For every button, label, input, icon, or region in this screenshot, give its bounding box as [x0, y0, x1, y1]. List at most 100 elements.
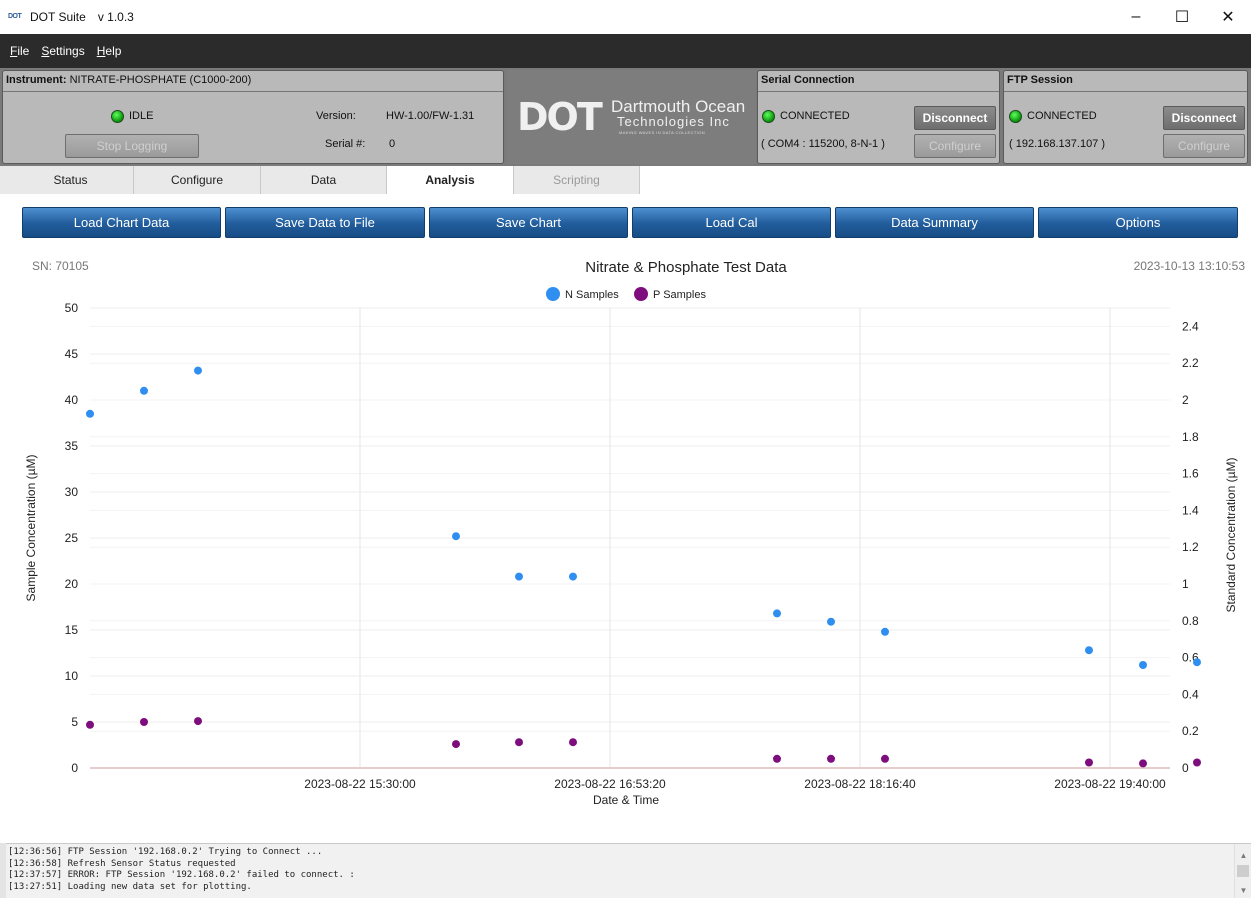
- y2-axis-label: Standard Concentration (µM): [1224, 458, 1238, 613]
- ftp-session-panel: FTP Session CONNECTED ( 192.168.137.107 …: [1003, 70, 1248, 164]
- title-bar: DOT DOT Suite v 1.0.3 – ☐ ✕: [0, 0, 1251, 34]
- maximize-button[interactable]: ☐: [1159, 0, 1205, 34]
- legend-n-samples-label: N Samples: [565, 289, 619, 301]
- logo-mark: DOT: [517, 95, 603, 139]
- n-sample-point: [515, 572, 523, 581]
- n-sample-point: [140, 386, 148, 395]
- menu-help[interactable]: Help: [91, 44, 128, 58]
- y2-tick-label: 1.4: [1182, 503, 1199, 517]
- y-tick-label: 45: [65, 347, 79, 361]
- y2-tick-label: 2.4: [1182, 319, 1199, 333]
- n-sample-point: [452, 532, 460, 541]
- tab-analysis[interactable]: Analysis: [387, 166, 514, 194]
- chart-legend[interactable]: N Samples P Samples: [546, 287, 706, 301]
- y2-tick-label: 1.2: [1182, 540, 1199, 554]
- menu-settings[interactable]: Settings: [35, 44, 90, 58]
- p-sample-point: [569, 738, 577, 747]
- tab-data[interactable]: Data: [261, 166, 387, 194]
- instrument-status: IDLE: [129, 110, 154, 122]
- tab-status[interactable]: Status: [8, 166, 134, 194]
- logo-company-line2: Technologies Inc: [617, 114, 730, 129]
- y-tick-label: 50: [65, 301, 79, 315]
- load-chart-data-button[interactable]: Load Chart Data: [22, 207, 221, 238]
- serial-disconnect-button[interactable]: Disconnect: [914, 106, 996, 130]
- logo-tagline: MAKING WAVES IN DATA COLLECTION: [619, 130, 706, 135]
- legend-p-samples-marker: [634, 287, 648, 301]
- menu-settings-label: ettings: [49, 44, 85, 58]
- tab-configure[interactable]: Configure: [134, 166, 261, 194]
- y-axis-ticks: 0 5 10 15 20 25 30 35 40 45 50: [65, 301, 79, 775]
- app-logo-icon: DOT: [8, 13, 22, 20]
- save-chart-button[interactable]: Save Chart: [429, 207, 628, 238]
- minimize-button[interactable]: –: [1113, 0, 1159, 34]
- instrument-panel-title: Instrument: NITRATE-PHOSPHATE (C1000-200…: [6, 74, 251, 86]
- save-data-to-file-button[interactable]: Save Data to File: [225, 207, 425, 238]
- log-line: [13:27:51] Loading new data set for plot…: [8, 881, 252, 892]
- x-tick-label: 2023-08-22 15:30:00: [304, 777, 416, 791]
- y-tick-label: 15: [65, 623, 79, 637]
- serial-label: Serial #:: [325, 138, 366, 150]
- y2-tick-label: 1.8: [1182, 430, 1199, 444]
- tab-bar-filler: [640, 166, 1251, 194]
- n-sample-point: [1085, 646, 1093, 655]
- tab-scripting[interactable]: Scripting: [514, 166, 640, 194]
- app-title: DOT Suite: [30, 10, 86, 24]
- y2-tick-label: 2.2: [1182, 356, 1199, 370]
- data-summary-button[interactable]: Data Summary: [835, 207, 1034, 238]
- y2-tick-label: 0.4: [1182, 687, 1199, 701]
- serial-connection-title-text: Serial Connection: [761, 74, 855, 86]
- y2-tick-label: 0.8: [1182, 614, 1199, 628]
- y2-axis-ticks: 00.20.40.60.811.21.41.61.822.22.4: [1182, 319, 1199, 775]
- n-sample-point: [881, 627, 889, 636]
- n-sample-point: [86, 409, 94, 418]
- y2-tick-label: 0: [1182, 761, 1189, 775]
- analysis-chart[interactable]: SN: 70105 2023-10-13 13:10:53 Nitrate & …: [0, 245, 1251, 843]
- ftp-disconnect-button[interactable]: Disconnect: [1163, 106, 1245, 130]
- message-log[interactable]: [12:36:56] FTP Session '192.168.0.2' Try…: [6, 843, 1251, 898]
- load-cal-button[interactable]: Load Cal: [632, 207, 831, 238]
- y-tick-label: 10: [65, 669, 79, 683]
- y-tick-label: 35: [65, 439, 79, 453]
- ftp-session-title: FTP Session: [1007, 74, 1073, 86]
- p-sample-point: [881, 754, 889, 763]
- menu-file[interactable]: File: [4, 44, 35, 58]
- serial-connection-panel: Serial Connection CONNECTED ( COM4 : 115…: [757, 70, 1000, 164]
- x-axis-ticks: 2023-08-22 15:30:00 2023-08-22 16:53:20 20…: [304, 777, 1166, 791]
- n-sample-point: [569, 572, 577, 581]
- serial-details: ( COM4 : 115200, 8-N-1 ): [761, 138, 885, 150]
- p-sample-point: [827, 754, 835, 763]
- n-sample-point: [1139, 661, 1147, 669]
- status-led-icon: [111, 110, 124, 123]
- p-sample-point: [452, 740, 460, 749]
- ftp-session-title-text: FTP Session: [1007, 74, 1073, 86]
- p-sample-point: [1085, 758, 1093, 767]
- options-button[interactable]: Options: [1038, 207, 1238, 238]
- log-scrollbar[interactable]: ▲ ▼: [1234, 844, 1251, 898]
- serial-number-label: SN: 70105: [32, 259, 89, 273]
- x-tick-label: 2023-08-22 19:40:00: [1054, 777, 1166, 791]
- ftp-configure-button[interactable]: Configure: [1163, 134, 1245, 158]
- scroll-thumb[interactable]: [1237, 865, 1249, 877]
- y2-tick-label: 1: [1182, 577, 1189, 591]
- menu-file-label: ile: [17, 44, 30, 58]
- p-sample-point: [773, 754, 781, 763]
- log-line: [12:37:57] ERROR: FTP Session '192.168.0…: [8, 870, 355, 880]
- y-tick-label: 40: [65, 393, 79, 407]
- app-version: v 1.0.3: [97, 10, 134, 24]
- chart-timestamp: 2023-10-13 13:10:53: [1134, 259, 1246, 273]
- company-logo: DOT Dartmouth Ocean Technologies Inc MAK…: [507, 70, 756, 164]
- y-tick-label: 20: [65, 577, 79, 591]
- serial-configure-button[interactable]: Configure: [914, 134, 996, 158]
- close-button[interactable]: ✕: [1205, 0, 1251, 34]
- log-line: [12:36:58] Refresh Sensor Status request…: [8, 858, 236, 869]
- n-sample-point: [827, 617, 835, 626]
- log-line: [12:36:56] FTP Session '192.168.0.2' Try…: [8, 847, 323, 857]
- scroll-up-icon[interactable]: ▲: [1235, 848, 1251, 862]
- scroll-down-icon[interactable]: ▼: [1235, 883, 1251, 897]
- ftp-status-led-icon: [1009, 110, 1022, 123]
- serial-status-led-icon: [762, 110, 775, 123]
- instrument-name: NITRATE-PHOSPHATE (C1000-200): [69, 74, 252, 86]
- serial-status: CONNECTED: [780, 110, 850, 122]
- stop-logging-button[interactable]: Stop Logging: [65, 134, 199, 158]
- panel-divider: [758, 91, 999, 92]
